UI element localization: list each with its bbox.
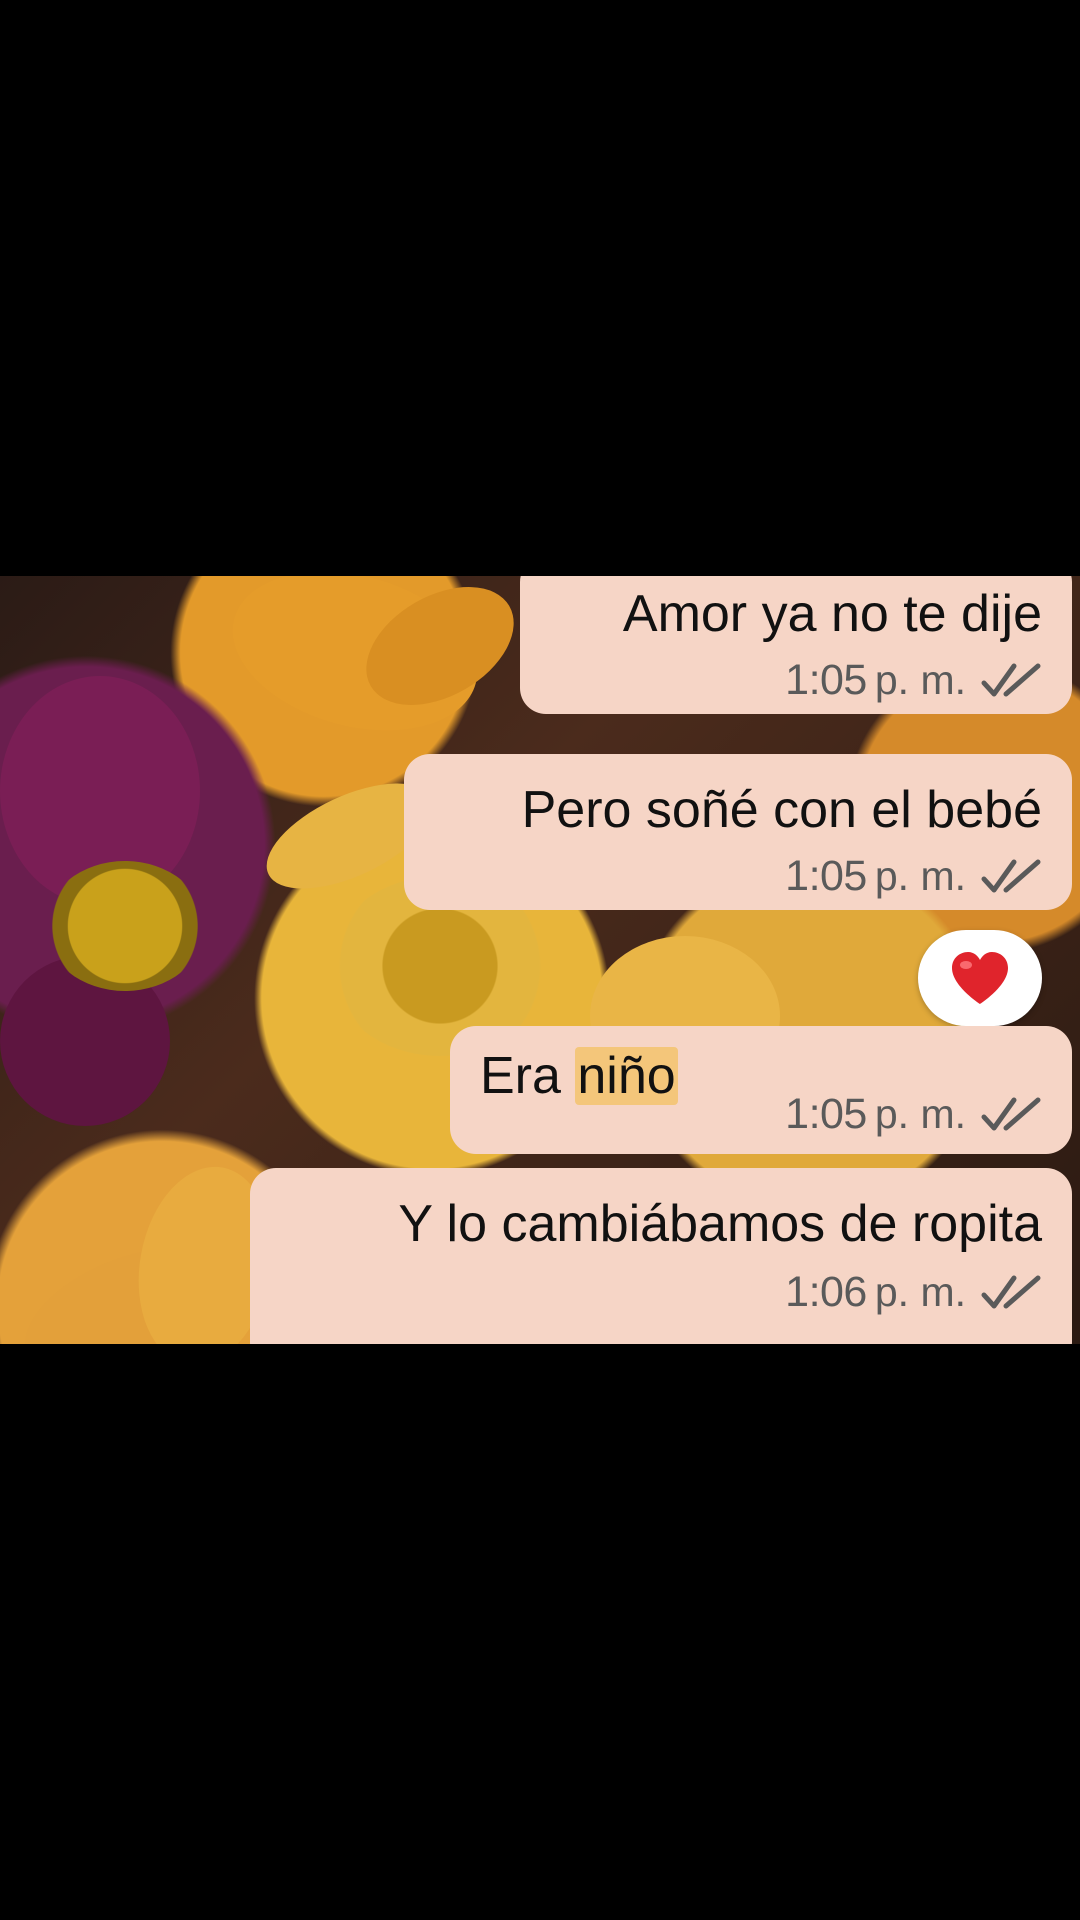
message-time: 1:06 xyxy=(785,1268,867,1316)
message-ampm: p. m. xyxy=(874,1091,966,1137)
message-meta: 1:05 p. m. xyxy=(785,656,1042,705)
double-check-icon xyxy=(981,1275,1041,1308)
double-check-icon xyxy=(981,1097,1041,1130)
double-check-icon xyxy=(981,859,1041,892)
message-text: Era niño xyxy=(480,1046,678,1106)
letterbox-top xyxy=(0,0,1080,576)
reaction-badge[interactable] xyxy=(918,930,1042,1026)
message-bubble[interactable]: Y lo cambiábamos de ropita 1:06 p. m. xyxy=(250,1168,1072,1344)
message-text: Amor ya no te dije xyxy=(622,585,1042,643)
double-check-icon xyxy=(981,663,1041,696)
message-time: 1:05 xyxy=(785,852,867,900)
chat-area[interactable]: Amor ya no te dije 1:05 p. m. Pero soñé … xyxy=(0,576,1080,1344)
message-time: 1:05 xyxy=(785,1090,867,1138)
message-bubble[interactable]: Amor ya no te dije 1:05 p. m. xyxy=(520,576,1072,714)
message-ampm: p. m. xyxy=(874,853,966,899)
message-bubble[interactable]: Pero soñé con el bebé 1:05 p. m. xyxy=(404,754,1072,910)
message-bubble[interactable]: Era niño 1:05 p. m. xyxy=(450,1026,1072,1154)
message-text-plain: Era xyxy=(480,1047,576,1105)
highlighted-word: niño xyxy=(575,1047,678,1105)
message-text: Pero soñé con el bebé xyxy=(521,781,1042,839)
message-text: Y lo cambiábamos de ropita xyxy=(398,1195,1042,1253)
message-time: 1:05 xyxy=(785,656,867,704)
heart-icon xyxy=(952,952,1008,1004)
message-meta: 1:06 p. m. xyxy=(785,1268,1042,1317)
message-meta: 1:05 p. m. xyxy=(785,1090,1042,1139)
message-ampm: p. m. xyxy=(874,657,966,703)
letterbox-bottom xyxy=(0,1344,1080,1920)
message-ampm: p. m. xyxy=(874,1269,966,1315)
message-meta: 1:05 p. m. xyxy=(785,852,1042,901)
